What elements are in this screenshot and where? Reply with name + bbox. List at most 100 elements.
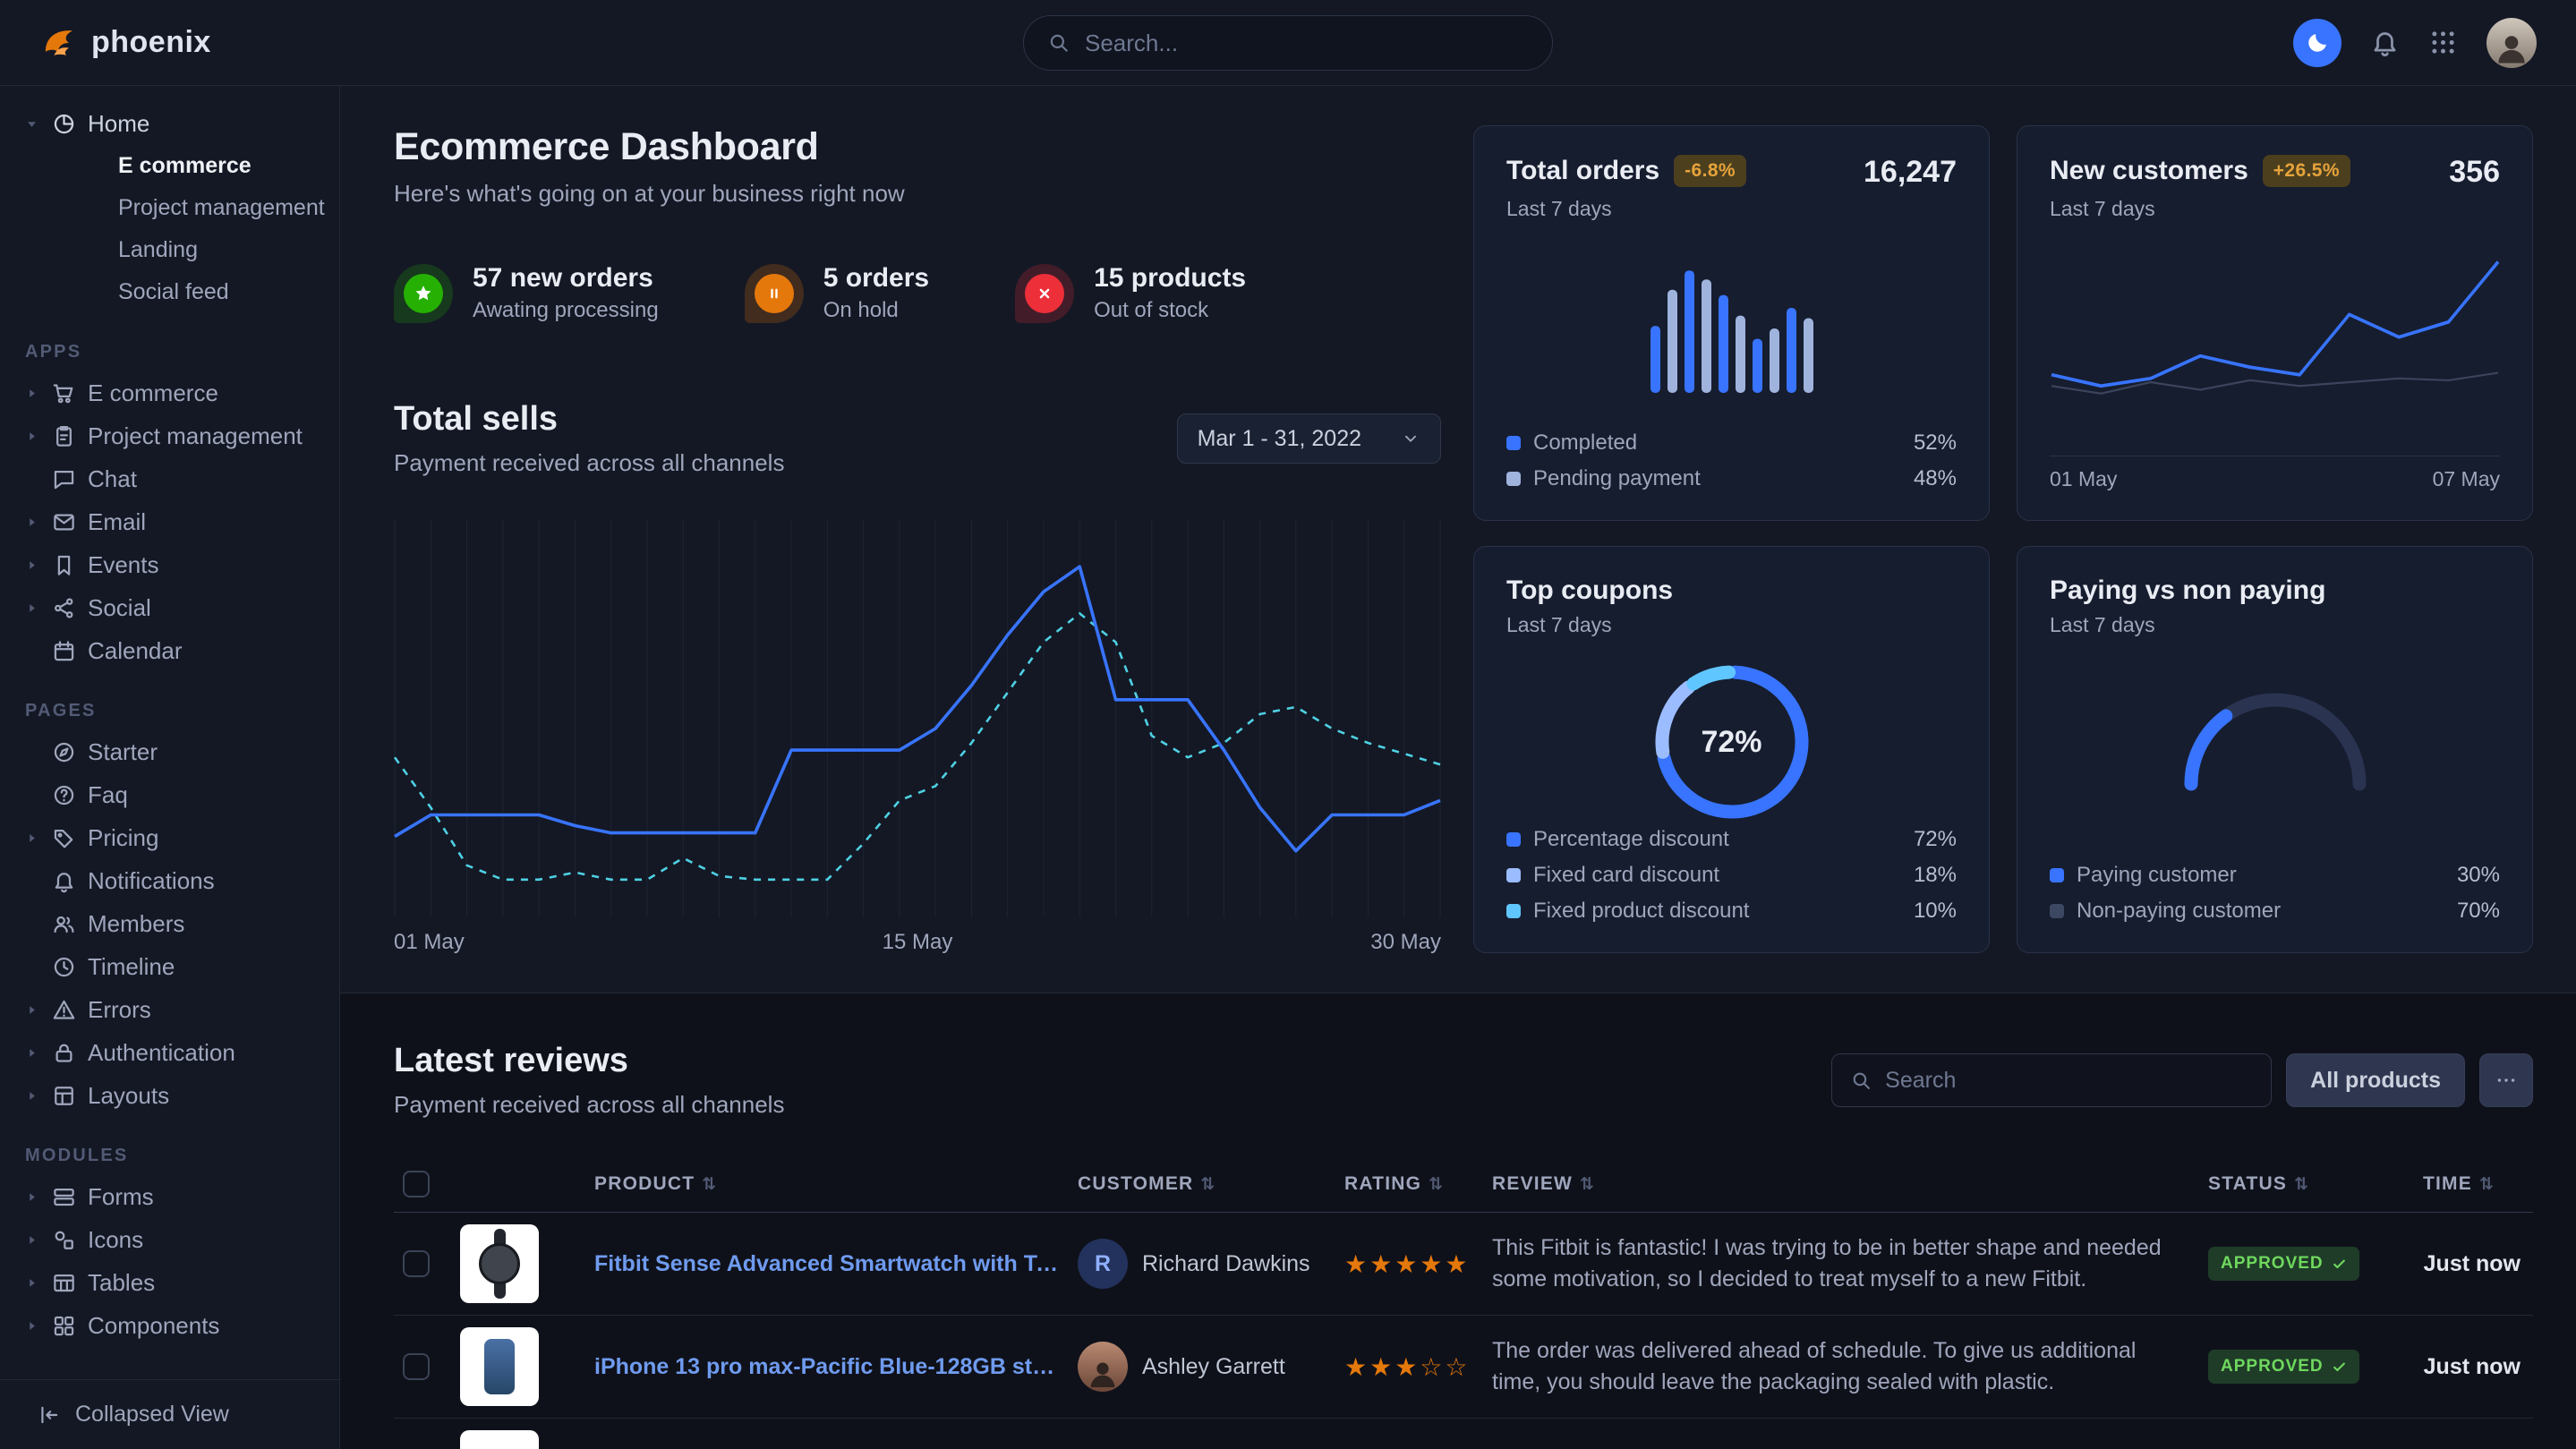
caret-right-icon	[23, 385, 40, 402]
all-products-button[interactable]: All products	[2286, 1053, 2465, 1107]
phoenix-logo-icon	[39, 23, 79, 63]
column-header-time[interactable]: TIME⇅	[2414, 1156, 2533, 1213]
sidebar-item-authentication[interactable]: Authentication	[0, 1031, 339, 1074]
page-subtitle: Here's what's going on at your business …	[394, 180, 1441, 208]
caret-right-icon	[23, 600, 40, 617]
sidebar-item-project-management[interactable]: Project management	[0, 414, 339, 457]
caret-right-icon	[23, 1002, 40, 1019]
sidebar-subitem-social-feed[interactable]: Social feed	[0, 271, 339, 313]
status-label: APPROVED	[2221, 1357, 2324, 1377]
sidebar-subitem-e-commerce[interactable]: E commerce	[0, 145, 339, 187]
sidebar-item-label: Layouts	[88, 1082, 169, 1110]
sidebar-item-social[interactable]: Social	[0, 586, 339, 629]
row-checkbox[interactable]	[403, 1250, 430, 1277]
legend-item-fixed-product-discount: Fixed product discount10%	[1506, 899, 1957, 924]
sidebar-item-notifications[interactable]: Notifications	[0, 859, 339, 902]
phone-thumbnail	[460, 1327, 539, 1406]
sidebar-item-tables[interactable]: Tables	[0, 1261, 339, 1304]
select-all-checkbox[interactable]	[403, 1171, 430, 1198]
user-avatar[interactable]	[2486, 18, 2537, 68]
x-icon	[1035, 284, 1054, 303]
bell-icon[interactable]	[2370, 28, 2400, 57]
row-checkbox[interactable]	[403, 1353, 430, 1380]
rating-stars: ★★★★★	[1344, 1249, 1471, 1279]
sidebar-item-timeline[interactable]: Timeline	[0, 945, 339, 988]
total-orders-card: Total orders -6.8% 16,247 Last 7 days Co…	[1473, 125, 1990, 521]
status-badge: APPROVED	[2208, 1350, 2359, 1384]
apps-grid-icon[interactable]	[2428, 28, 2458, 57]
compass-icon	[52, 740, 76, 764]
x-tick: 07 May	[2433, 467, 2500, 491]
brand-name: phoenix	[91, 25, 211, 60]
sidebar-item-icons[interactable]: Icons	[0, 1218, 339, 1261]
new-customers-period: Last 7 days	[2050, 197, 2500, 221]
legend-label: Fixed card discount	[1533, 863, 1719, 888]
check-icon	[2332, 1360, 2347, 1375]
collapsed-view-toggle[interactable]: Collapsed View	[0, 1379, 339, 1449]
sidebar-item-forms[interactable]: Forms	[0, 1175, 339, 1218]
date-range-select[interactable]: Mar 1 - 31, 2022	[1177, 413, 1441, 464]
top-coupons-period: Last 7 days	[1506, 613, 1957, 637]
global-search[interactable]	[1023, 15, 1553, 71]
caret-spacer	[23, 471, 40, 488]
box-thumbnail	[460, 1430, 539, 1449]
sidebar-item-faq[interactable]: Faq	[0, 773, 339, 816]
column-header-label: CUSTOMER	[1078, 1173, 1193, 1194]
dashboard-left-column: Ecommerce Dashboard Here's what's going …	[394, 125, 1441, 993]
sidebar-item-layouts[interactable]: Layouts	[0, 1074, 339, 1117]
total-orders-value: 16,247	[1864, 155, 1957, 190]
paying-title: Paying vs non paying	[2050, 575, 2500, 606]
sidebar-item-chat[interactable]: Chat	[0, 457, 339, 500]
sidebar-section-label-pages: PAGES	[25, 701, 339, 721]
sidebar-item-label: Pricing	[88, 824, 158, 852]
column-header-customer[interactable]: CUSTOMER ⇅	[1069, 1156, 1335, 1213]
legend-swatch	[1506, 832, 1521, 847]
sidebar-item-label: E commerce	[88, 379, 218, 407]
column-header-rating[interactable]: RATING⇅	[1335, 1156, 1483, 1213]
reviews-search[interactable]	[1831, 1053, 2272, 1107]
tag-icon	[52, 826, 76, 850]
ellipsis-icon	[2495, 1069, 2518, 1092]
stat-caption: On hold	[823, 298, 929, 323]
total-orders-badge: -6.8%	[1674, 155, 1746, 187]
total-sells-subtitle: Payment received across all channels	[394, 449, 784, 477]
product-link[interactable]: Fitbit Sense Advanced Smartwatch with To…	[594, 1251, 1060, 1277]
sidebar-item-e-commerce[interactable]: E commerce	[0, 371, 339, 414]
product-link[interactable]: iPhone 13 pro max-Pacific Blue-128GB sto…	[594, 1354, 1060, 1380]
brand-logo[interactable]: phoenix	[39, 23, 211, 63]
reviews-controls: All products	[1831, 1053, 2533, 1107]
legend-swatch	[1506, 436, 1521, 450]
sidebar-item-starter[interactable]: Starter	[0, 730, 339, 773]
caret-spacer	[23, 873, 40, 890]
sidebar-subitem-project-management[interactable]: Project management	[0, 187, 339, 229]
sidebar-item-events[interactable]: Events	[0, 543, 339, 586]
more-options-button[interactable]	[2479, 1053, 2533, 1107]
sidebar-item-pricing[interactable]: Pricing	[0, 816, 339, 859]
new-customers-badge: +26.5%	[2263, 155, 2350, 187]
sidebar-item-email[interactable]: Email	[0, 500, 339, 543]
sidebar-item-components[interactable]: Components	[0, 1304, 339, 1347]
stat-icon-blob	[745, 264, 804, 323]
sidebar-item-home[interactable]: Home	[0, 102, 339, 145]
dashboard-cards: Total orders -6.8% 16,247 Last 7 days Co…	[1473, 125, 2533, 993]
new-customers-card: New customers +26.5% 356 Last 7 days 01 …	[2017, 125, 2533, 521]
global-search-input[interactable]	[1085, 30, 1529, 57]
sidebar-section-label-apps: APPS	[25, 342, 339, 362]
column-header-product[interactable]: PRODUCT⇅	[585, 1156, 1069, 1213]
sidebar-subitem-landing[interactable]: Landing	[0, 229, 339, 271]
sidebar-item-calendar[interactable]: Calendar	[0, 629, 339, 672]
pause-icon	[764, 284, 784, 303]
top-coupons-center-value: 72%	[1647, 657, 1817, 827]
x-tick: 01 May	[394, 930, 465, 955]
theme-toggle-button[interactable]	[2293, 19, 2341, 67]
caret-down-icon	[23, 115, 40, 132]
legend-label: Fixed product discount	[1533, 899, 1749, 924]
latest-reviews-subtitle: Payment received across all channels	[394, 1091, 784, 1119]
legend-item-fixed-card-discount: Fixed card discount18%	[1506, 863, 1957, 888]
reviews-search-input[interactable]	[1885, 1068, 2253, 1094]
sidebar-item-members[interactable]: Members	[0, 902, 339, 945]
column-header-status[interactable]: STATUS⇅	[2199, 1156, 2414, 1213]
sidebar-item-errors[interactable]: Errors	[0, 988, 339, 1031]
column-header-review[interactable]: REVIEW⇅	[1483, 1156, 2199, 1213]
sort-icon: ⇅	[1200, 1174, 1215, 1194]
